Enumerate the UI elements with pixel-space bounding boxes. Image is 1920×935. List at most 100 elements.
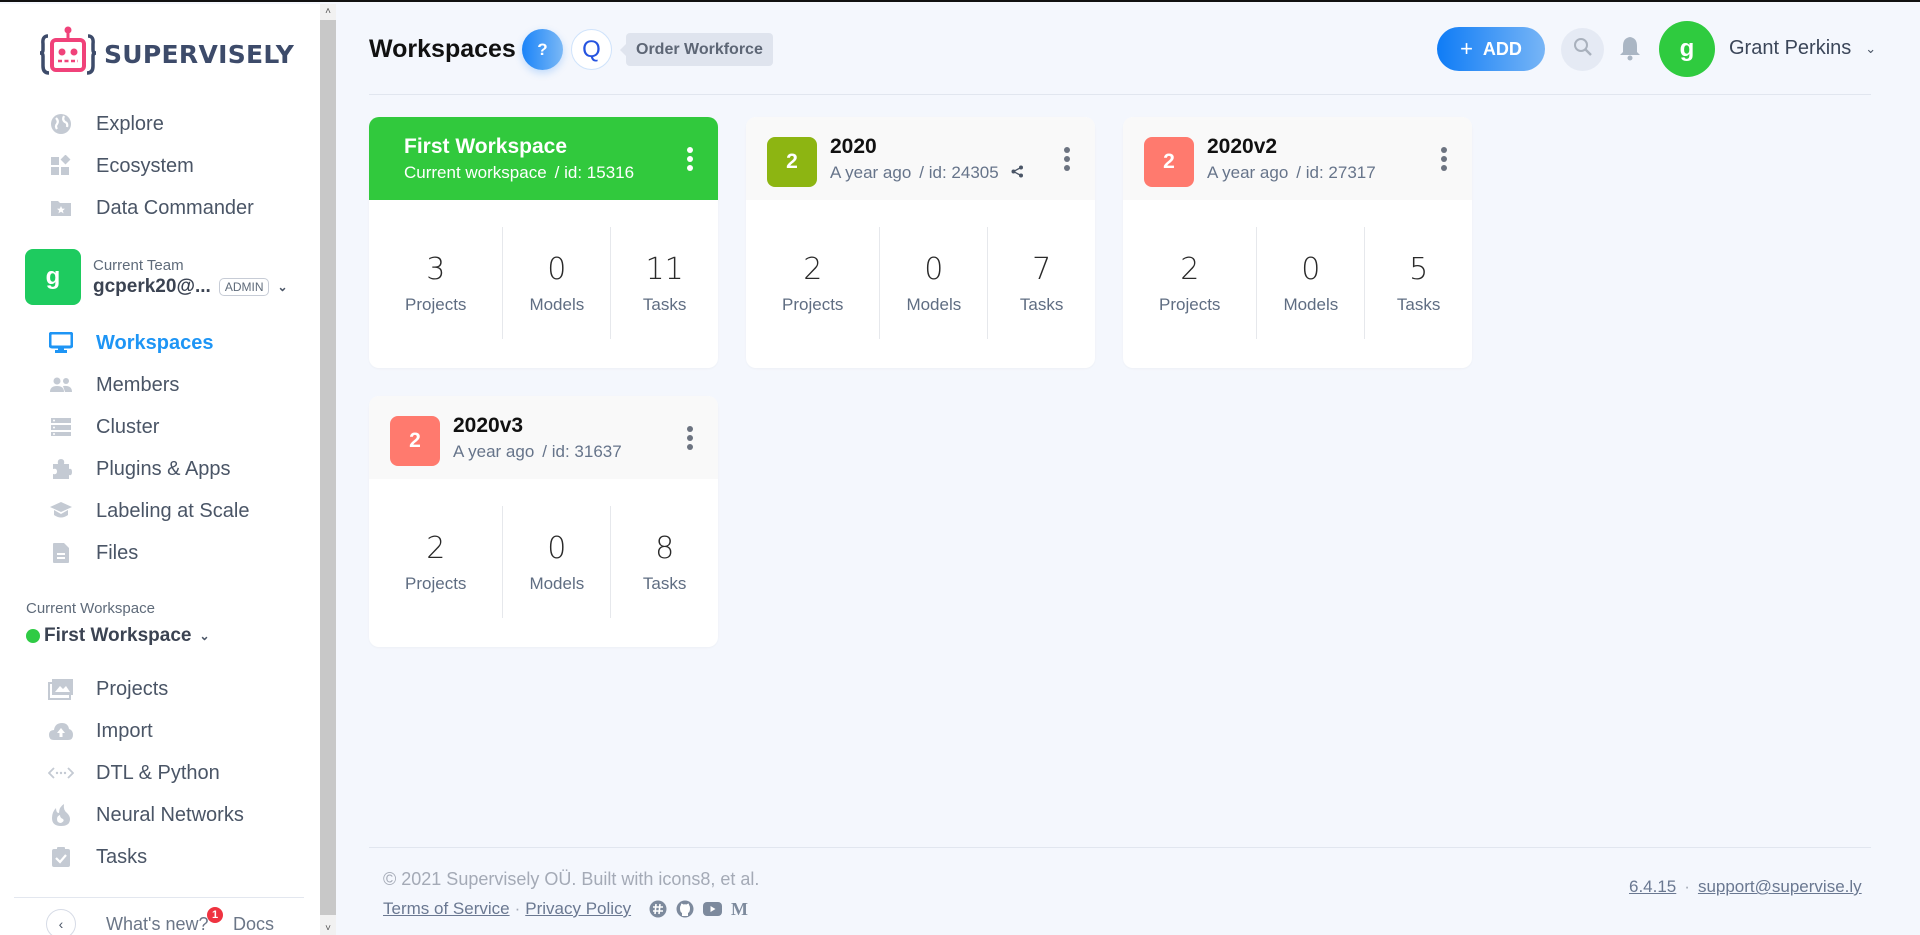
- stat-value: 5: [1409, 251, 1429, 287]
- stat-models[interactable]: 0 Models: [880, 227, 989, 339]
- workspace-stats: 2 Projects 0 Models 8 Tasks: [369, 506, 718, 618]
- workspace-project-count-badge: 2: [1144, 137, 1194, 187]
- logo[interactable]: SUPERVISELY: [39, 26, 294, 83]
- more-options-icon[interactable]: [686, 147, 694, 171]
- stat-models[interactable]: 0 Models: [503, 506, 612, 618]
- github-icon[interactable]: [676, 900, 694, 918]
- footer-links: Terms of Service · Privacy Policy M: [383, 899, 758, 919]
- workspace-id: / id: 15316: [554, 163, 635, 182]
- workspace-title[interactable]: 2020v2: [1207, 135, 1277, 159]
- workspace-card-header: First Workspace Current workspace / id: 15…: [369, 117, 718, 200]
- bell-icon: [1619, 35, 1641, 66]
- terms-of-service-link[interactable]: Terms of Service: [383, 899, 510, 919]
- workspace-title[interactable]: First Workspace: [404, 135, 567, 159]
- stat-models[interactable]: 0 Models: [1257, 227, 1366, 339]
- sidebar-item-dtl-python[interactable]: DTL & Python: [48, 758, 220, 788]
- scroll-up-arrow-icon[interactable]: ˄: [320, 4, 336, 20]
- sidebar-item-cluster[interactable]: Cluster: [48, 412, 159, 442]
- workspace-title[interactable]: 2020v3: [453, 414, 523, 438]
- stat-tasks[interactable]: 5 Tasks: [1365, 227, 1472, 339]
- scrollbar-thumb[interactable]: [320, 20, 336, 915]
- more-options-icon[interactable]: [1063, 147, 1071, 171]
- youtube-icon[interactable]: [703, 902, 723, 916]
- stat-label: Models: [529, 573, 585, 593]
- stat-tasks[interactable]: 11 Tasks: [611, 227, 718, 339]
- chevron-down-icon: ⌄: [1865, 40, 1877, 56]
- workspace-subtitle: A year ago / id: 31637: [453, 442, 622, 462]
- workspace-card[interactable]: 2 2020v3 A year ago / id: 31637 2 Projects 0 Mo…: [369, 396, 718, 647]
- sidebar-scrollbar[interactable]: ˄ ˅: [320, 4, 336, 935]
- slack-icon[interactable]: [649, 900, 667, 918]
- more-options-icon[interactable]: [1440, 147, 1448, 171]
- team-switcher[interactable]: g Current Team gcperk20@... ADMIN ⌄: [25, 249, 288, 305]
- whats-new-count-badge: 1: [207, 907, 223, 923]
- stat-models[interactable]: 0 Models: [503, 227, 612, 339]
- code-icon: [48, 761, 74, 785]
- svg-text:M: M: [731, 901, 748, 917]
- sidebar-item-import[interactable]: Import: [48, 716, 153, 746]
- sidebar-item-projects[interactable]: Projects: [48, 674, 168, 704]
- medium-icon[interactable]: M: [731, 901, 749, 917]
- workspace-stats: 2 Projects 0 Models 7 Tasks: [746, 227, 1095, 339]
- stat-value: 0: [547, 530, 567, 566]
- sidebar-item-explore[interactable]: Explore: [48, 109, 164, 139]
- sidebar-item-plugins-apps[interactable]: Plugins & Apps: [48, 454, 231, 484]
- sidebar-item-tasks[interactable]: Tasks: [48, 842, 147, 872]
- stat-tasks[interactable]: 7 Tasks: [988, 227, 1095, 339]
- search-button[interactable]: [1561, 28, 1604, 71]
- stat-projects[interactable]: 3 Projects: [369, 227, 504, 339]
- stat-tasks[interactable]: 8 Tasks: [611, 506, 718, 618]
- stat-label: Tasks: [1019, 294, 1064, 314]
- scroll-down-arrow-icon[interactable]: ˅: [320, 921, 336, 935]
- ecosystem-icon: [48, 154, 74, 178]
- stat-value: 0: [924, 251, 944, 287]
- add-button[interactable]: + ADD: [1437, 27, 1545, 71]
- team-avatar: g: [25, 249, 81, 305]
- workspace-subtitle: Current workspace / id: 15316: [404, 163, 634, 183]
- stat-value: 0: [1301, 251, 1321, 287]
- version-link[interactable]: 6.4.15: [1629, 877, 1676, 897]
- stat-label: Projects: [782, 294, 844, 314]
- order-workforce-button[interactable]: Q: [571, 29, 612, 70]
- workspace-card[interactable]: 2 2020v2 A year ago / id: 27317 2 Projects 0 Mo…: [1123, 117, 1472, 368]
- workspace-switcher[interactable]: First Workspace ⌄: [26, 625, 210, 647]
- docs-link[interactable]: Docs: [233, 914, 274, 935]
- workspace-title[interactable]: 2020: [830, 135, 877, 159]
- team-caption: Current Team: [93, 256, 184, 274]
- stat-projects[interactable]: 2 Projects: [1123, 227, 1258, 339]
- sidebar-item-ecosystem[interactable]: Ecosystem: [48, 151, 194, 181]
- chevron-down-icon[interactable]: ⌄: [277, 280, 287, 294]
- stat-label: Models: [906, 294, 962, 314]
- stat-value: 0: [547, 251, 567, 287]
- workspace-card[interactable]: 2 2020 A year ago / id: 24305 2 Projects 0 Mode…: [746, 117, 1095, 368]
- stat-label: Models: [1283, 294, 1339, 314]
- sidebar-item-workspaces[interactable]: Workspaces: [48, 328, 213, 358]
- support-email-link[interactable]: support@supervise.ly: [1698, 877, 1862, 897]
- help-button[interactable]: ?: [522, 29, 563, 70]
- stat-label: Models: [529, 294, 585, 314]
- header-divider: [369, 94, 1871, 95]
- role-badge: ADMIN: [218, 277, 270, 296]
- sidebar-item-files[interactable]: Files: [48, 538, 138, 568]
- workspace-card-header: 2 2020 A year ago / id: 24305: [746, 117, 1095, 200]
- privacy-policy-link[interactable]: Privacy Policy: [525, 899, 631, 919]
- stat-projects[interactable]: 2 Projects: [369, 506, 504, 618]
- sidebar-item-data-commander[interactable]: Data Commander: [48, 193, 254, 223]
- sidebar-footer-divider: [14, 897, 304, 898]
- sidebar-item-labeling-at-scale[interactable]: Labeling at Scale: [48, 496, 249, 526]
- more-options-icon[interactable]: [686, 426, 694, 450]
- sidebar-item-members[interactable]: Members: [48, 370, 179, 400]
- members-icon: [48, 373, 74, 397]
- workspace-updated: A year ago: [1207, 163, 1289, 182]
- notifications-button[interactable]: [1617, 35, 1643, 65]
- stat-projects[interactable]: 2 Projects: [746, 227, 881, 339]
- search-icon: [1573, 37, 1593, 62]
- user-avatar[interactable]: g: [1659, 21, 1715, 77]
- user-menu[interactable]: Grant Perkins ⌄: [1729, 37, 1876, 60]
- stat-label: Projects: [405, 573, 467, 593]
- workspace-id: / id: 27317: [1296, 163, 1376, 182]
- sidebar-item-neural-networks[interactable]: Neural Networks: [48, 800, 244, 830]
- whats-new-link[interactable]: What's new?: [106, 914, 208, 935]
- workspace-card[interactable]: First Workspace Current workspace / id: 15…: [369, 117, 718, 368]
- collapse-sidebar-button[interactable]: ‹: [46, 909, 76, 935]
